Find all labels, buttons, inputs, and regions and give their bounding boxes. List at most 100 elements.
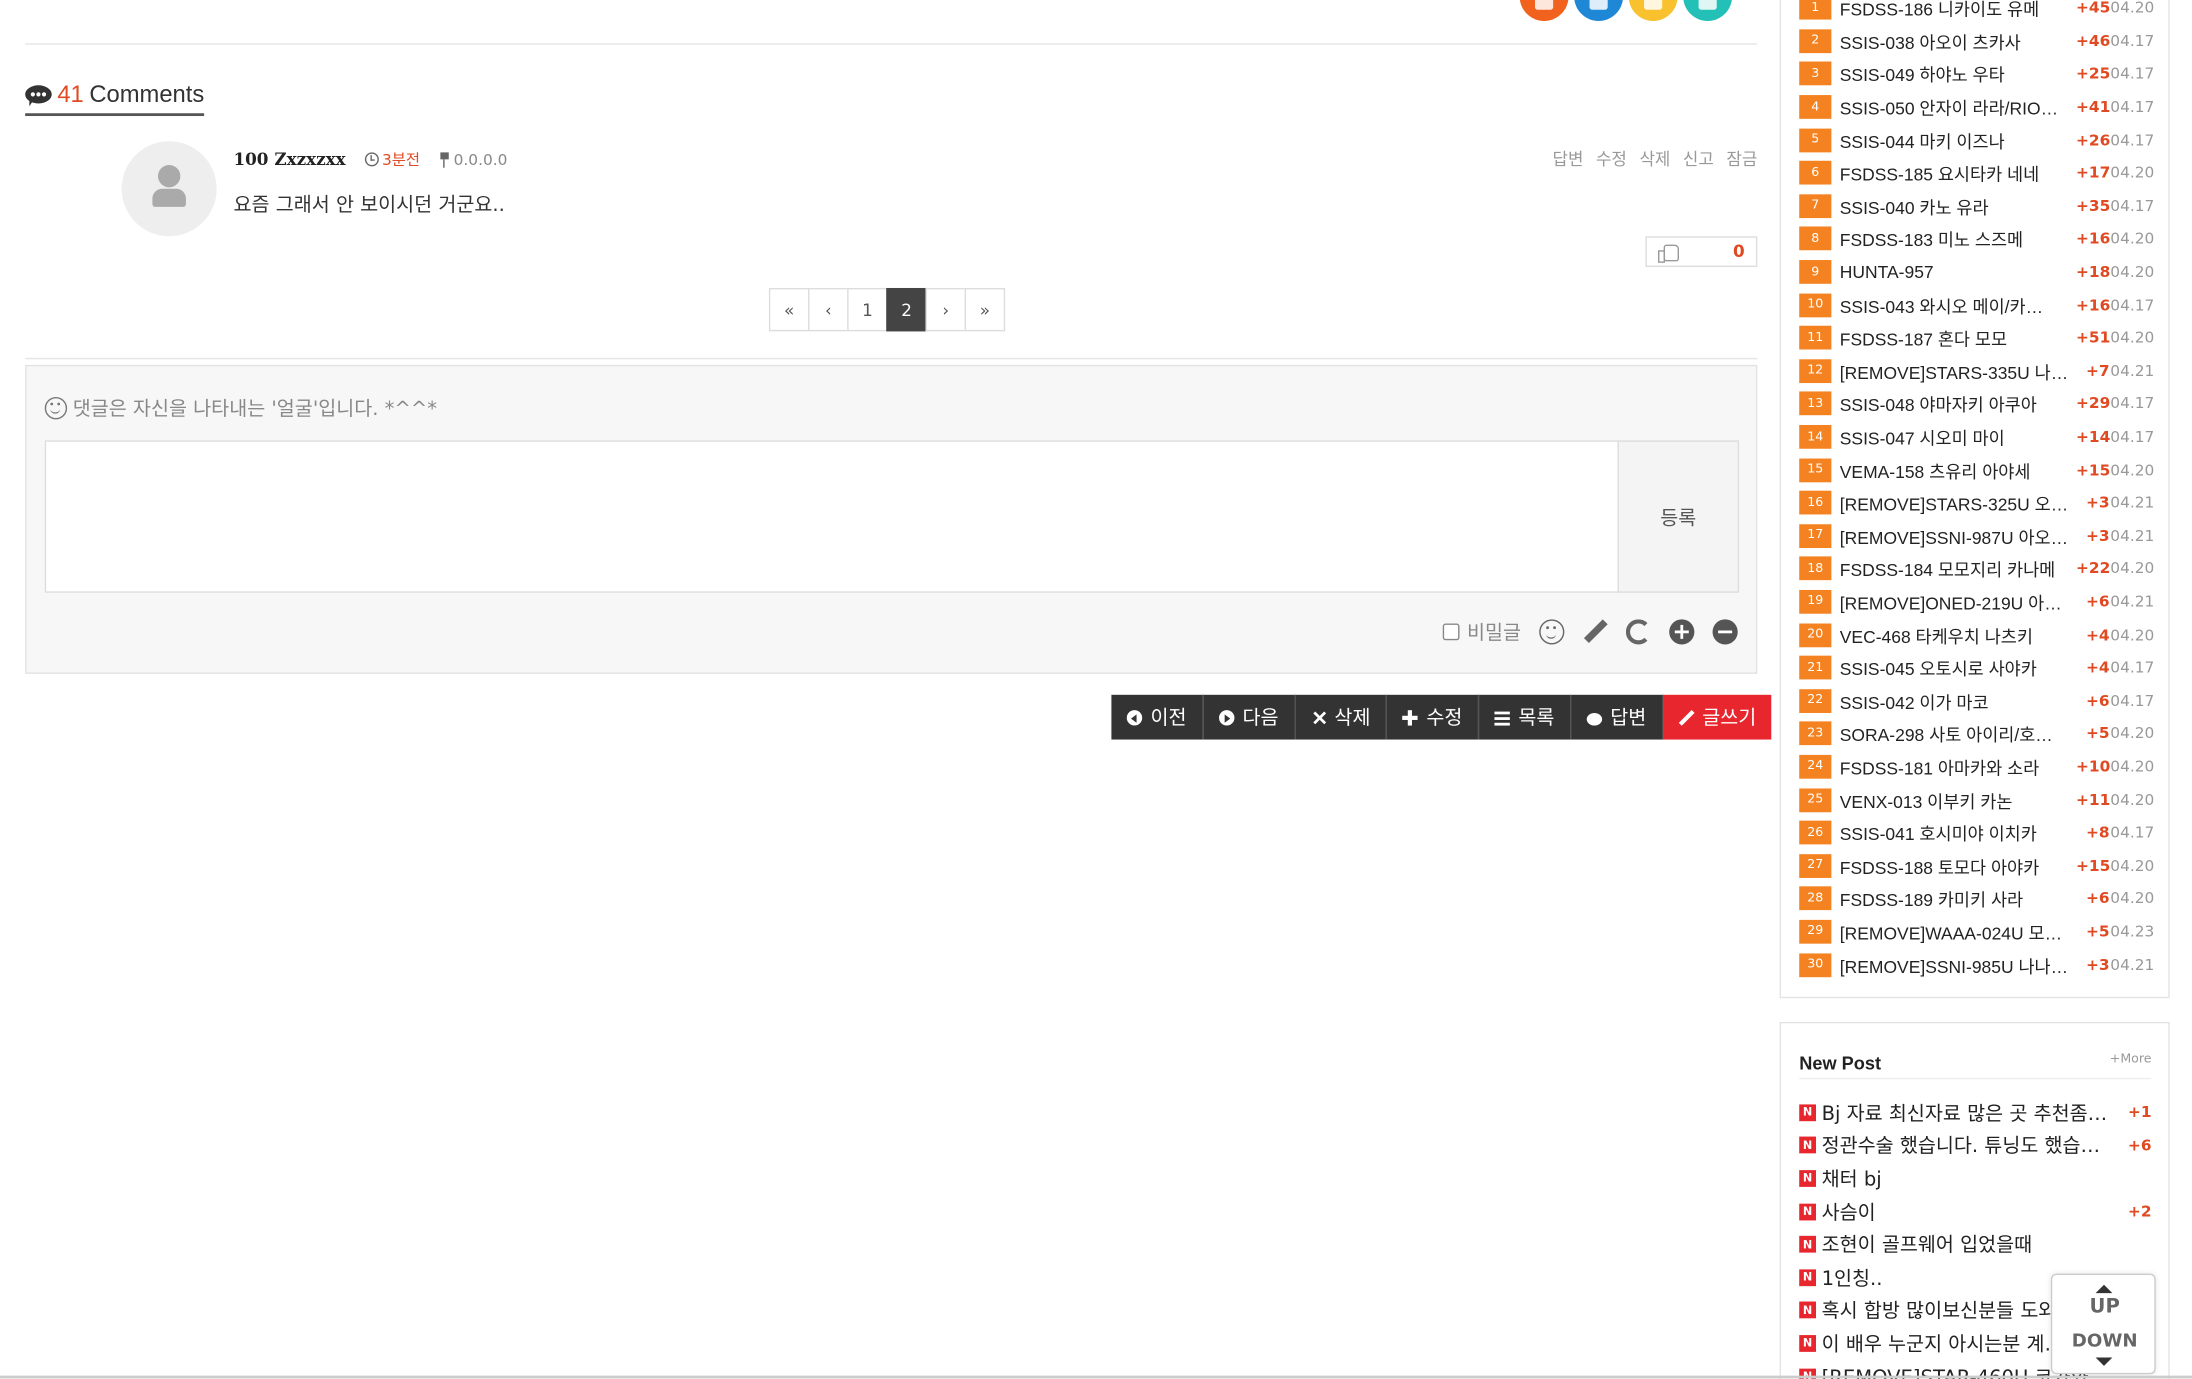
rank-item[interactable]: 22 SSIS-042 이가 마코 +6 04.17 bbox=[1799, 684, 2154, 717]
new-post-item[interactable]: N Bj 자료 최신자료 많은 곳 추천좀… +1 bbox=[1799, 1096, 2152, 1129]
rank-title[interactable]: SSIS-044 마키 이즈나 bbox=[1840, 127, 2076, 154]
pencil-icon[interactable] bbox=[1583, 619, 1608, 644]
rank-item[interactable]: 2 SSIS-038 아오이 츠카사 +46 04.17 bbox=[1799, 25, 2154, 58]
rank-title[interactable]: [REMOVE]ONED-219U 아이… bbox=[1840, 589, 2076, 616]
new-post-title[interactable]: 조현이 골프웨어 입었을때 bbox=[1822, 1230, 2110, 1258]
rank-title[interactable]: SSIS-049 하야노 우타 bbox=[1840, 61, 2076, 88]
new-post-title[interactable]: 채터 bj bbox=[1822, 1165, 2110, 1193]
rank-title[interactable]: SORA-298 사토 아이리/호… bbox=[1840, 720, 2076, 747]
rank-title[interactable]: [REMOVE]SSNI-987U 아오… bbox=[1840, 523, 2076, 550]
delete-link[interactable]: 삭제 bbox=[1639, 147, 1670, 171]
rank-title[interactable]: VEMA-158 츠유리 아야세 bbox=[1840, 457, 2076, 484]
scroll-up-button[interactable]: UP bbox=[2052, 1296, 2157, 1318]
comment-textarea[interactable] bbox=[44, 440, 1619, 593]
new-post-title[interactable]: 정관수술 했습니다. 튜닝도 했습… bbox=[1822, 1132, 2110, 1160]
new-post-item[interactable]: N 사슴이 +2 bbox=[1799, 1195, 2152, 1228]
share-icon-orange[interactable] bbox=[1519, 0, 1569, 21]
page-1-button[interactable]: 1 bbox=[847, 287, 888, 332]
rank-item[interactable]: 17 [REMOVE]SSNI-987U 아오… +3 04.21 bbox=[1799, 519, 2154, 552]
page-2-button[interactable]: 2 bbox=[886, 287, 927, 332]
reply-button[interactable]: 답변 bbox=[1571, 694, 1664, 740]
secret-checkbox[interactable]: 비밀글 bbox=[1443, 618, 1521, 646]
rank-item[interactable]: 15 VEMA-158 츠유리 아야세 +15 04.20 bbox=[1799, 453, 2154, 486]
comment-author[interactable]: 100 Zxzxzxx bbox=[233, 150, 345, 170]
rank-item[interactable]: 13 SSIS-048 야마자키 아쿠아 +29 04.17 bbox=[1799, 387, 2154, 420]
share-icon-yellow[interactable] bbox=[1628, 0, 1678, 21]
rank-title[interactable]: FSDSS-186 니카이도 유메 bbox=[1840, 0, 2076, 21]
rank-title[interactable]: SSIS-045 오토시로 사야카 bbox=[1840, 655, 2076, 682]
new-post-item[interactable]: N 조현이 골프웨어 입었을때 bbox=[1799, 1228, 2151, 1261]
arrow-up-icon[interactable] bbox=[2095, 1284, 2113, 1294]
rank-title[interactable]: [REMOVE]STARS-325U 오구… bbox=[1840, 490, 2076, 517]
rank-item[interactable]: 7 SSIS-040 카노 유라 +35 04.17 bbox=[1799, 190, 2154, 223]
rank-title[interactable]: SSIS-041 호시미야 이치카 bbox=[1840, 819, 2076, 846]
page-next-button[interactable]: › bbox=[925, 287, 967, 332]
report-link[interactable]: 신고 bbox=[1683, 147, 1714, 171]
rank-item[interactable]: 9 HUNTA-957 +18 04.20 bbox=[1799, 255, 2154, 288]
rank-title[interactable]: SSIS-048 야마자키 아쿠아 bbox=[1840, 391, 2076, 418]
rank-item[interactable]: 11 FSDSS-187 혼다 모모 +51 04.20 bbox=[1799, 321, 2154, 354]
rank-item[interactable]: 24 FSDSS-181 아마카와 소라 +10 04.20 bbox=[1799, 750, 2154, 783]
rank-item[interactable]: 12 [REMOVE]STARS-335U 나츠… +7 04.21 bbox=[1799, 354, 2154, 387]
rank-item[interactable]: 18 FSDSS-184 모모지리 카나메 +22 04.20 bbox=[1799, 552, 2154, 585]
rank-item[interactable]: 19 [REMOVE]ONED-219U 아이… +6 04.21 bbox=[1799, 585, 2154, 618]
rank-title[interactable]: HUNTA-957 bbox=[1840, 262, 2076, 282]
reply-link[interactable]: 답변 bbox=[1553, 147, 1584, 171]
rank-title[interactable]: SSIS-042 이가 마코 bbox=[1840, 687, 2076, 714]
page-last-button[interactable]: » bbox=[964, 287, 1006, 332]
next-button[interactable]: 다음 bbox=[1203, 694, 1296, 740]
rank-title[interactable]: VENX-013 이부키 카논 bbox=[1840, 786, 2076, 813]
rank-title[interactable]: FSDSS-185 요시타카 네네 bbox=[1840, 160, 2076, 187]
like-button[interactable]: 0 bbox=[1645, 236, 1758, 268]
rank-title[interactable]: VEC-468 타케우치 나츠키 bbox=[1840, 622, 2076, 649]
rank-item[interactable]: 4 SSIS-050 안자이 라라/RIO… +41 04.17 bbox=[1799, 91, 2154, 124]
rank-title[interactable]: FSDSS-183 미노 스즈메 bbox=[1840, 226, 2076, 253]
rank-title[interactable]: SSIS-050 안자이 라라/RIO… bbox=[1840, 94, 2076, 121]
new-post-title[interactable]: Bj 자료 최신자료 많은 곳 추천좀… bbox=[1822, 1099, 2110, 1127]
rank-title[interactable]: [REMOVE]STARS-335U 나츠… bbox=[1840, 358, 2076, 385]
refresh-icon[interactable] bbox=[1625, 619, 1652, 645]
rank-title[interactable]: FSDSS-184 모모지리 카나메 bbox=[1840, 556, 2076, 583]
more-link[interactable]: +More bbox=[2110, 1053, 2152, 1067]
rank-item[interactable]: 5 SSIS-044 마키 이즈나 +26 04.17 bbox=[1799, 124, 2154, 157]
edit-link[interactable]: 수정 bbox=[1596, 147, 1627, 171]
expand-icon[interactable] bbox=[1669, 619, 1695, 645]
rank-item[interactable]: 16 [REMOVE]STARS-325U 오구… +3 04.21 bbox=[1799, 486, 2154, 519]
rank-item[interactable]: 3 SSIS-049 하야노 우타 +25 04.17 bbox=[1799, 58, 2154, 91]
rank-title[interactable]: FSDSS-187 혼다 모모 bbox=[1840, 325, 2076, 352]
rank-title[interactable]: SSIS-043 와시오 메이/카… bbox=[1840, 292, 2076, 319]
rank-item[interactable]: 29 [REMOVE]WAAA-024U 모치… +5 04.23 bbox=[1799, 915, 2154, 948]
rank-item[interactable]: 20 VEC-468 타케우치 나츠키 +4 04.20 bbox=[1799, 618, 2154, 651]
arrow-down-icon[interactable] bbox=[2095, 1357, 2113, 1366]
rank-item[interactable]: 30 [REMOVE]SSNI-985U 나나… +3 04.21 bbox=[1799, 948, 2154, 981]
rank-item[interactable]: 27 FSDSS-188 토모다 아야카 +15 04.20 bbox=[1799, 849, 2154, 882]
share-icon-teal[interactable] bbox=[1683, 0, 1733, 21]
submit-button[interactable]: 등록 bbox=[1617, 440, 1740, 593]
scroll-down-button[interactable]: DOWN bbox=[2052, 1331, 2157, 1352]
new-post-title[interactable]: 사슴이 bbox=[1822, 1197, 2110, 1225]
write-button[interactable]: 글쓰기 bbox=[1663, 694, 1772, 740]
page-first-button[interactable]: « bbox=[768, 287, 810, 332]
rank-item[interactable]: 28 FSDSS-189 카미키 사라 +6 04.20 bbox=[1799, 882, 2154, 915]
rank-title[interactable]: FSDSS-188 토모다 아야카 bbox=[1840, 852, 2076, 879]
share-icon-blue[interactable] bbox=[1574, 0, 1624, 21]
rank-title[interactable]: FSDSS-189 카미키 사라 bbox=[1840, 885, 2076, 912]
prev-button[interactable]: 이전 bbox=[1111, 694, 1204, 740]
page-prev-button[interactable]: ‹ bbox=[808, 287, 849, 332]
rank-item[interactable]: 10 SSIS-043 와시오 메이/카… +16 04.17 bbox=[1799, 288, 2154, 321]
lock-link[interactable]: 잠금 bbox=[1726, 147, 1757, 171]
shrink-icon[interactable] bbox=[1712, 619, 1738, 645]
checkbox-icon[interactable] bbox=[1443, 623, 1461, 641]
rank-title[interactable]: SSIS-040 카노 유라 bbox=[1840, 193, 2076, 220]
rank-item[interactable]: 1 FSDSS-186 니카이도 유메 +45 04.20 bbox=[1799, 0, 2154, 25]
emoticon-icon[interactable] bbox=[1539, 619, 1565, 645]
rank-item[interactable]: 21 SSIS-045 오토시로 사야카 +4 04.17 bbox=[1799, 651, 2154, 684]
rank-item[interactable]: 14 SSIS-047 시오미 마이 +14 04.17 bbox=[1799, 420, 2154, 453]
new-post-item[interactable]: N 채터 bj bbox=[1799, 1162, 2151, 1195]
edit-button[interactable]: 수정 bbox=[1387, 694, 1480, 740]
rank-title[interactable]: FSDSS-181 아마카와 소라 bbox=[1840, 753, 2076, 780]
rank-item[interactable]: 6 FSDSS-185 요시타카 네네 +17 04.20 bbox=[1799, 157, 2154, 190]
rank-title[interactable]: SSIS-038 아오이 츠카사 bbox=[1840, 28, 2076, 55]
rank-title[interactable]: [REMOVE]WAAA-024U 모치… bbox=[1840, 918, 2076, 945]
list-button[interactable]: 목록 bbox=[1479, 694, 1572, 740]
